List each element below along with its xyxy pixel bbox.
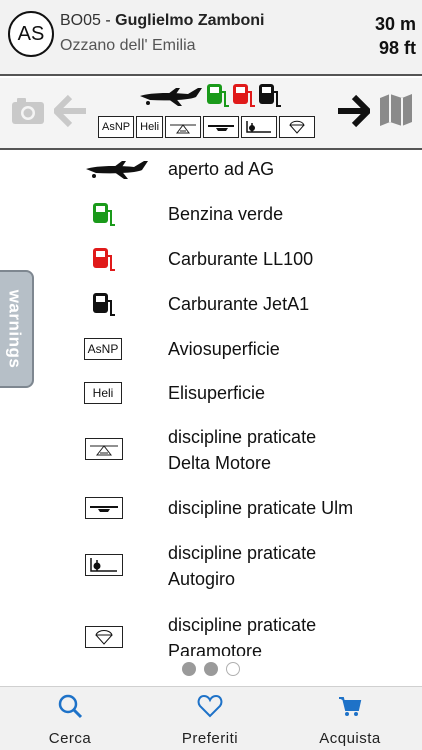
delta-motore-icon (84, 436, 124, 462)
tab-bar: Cerca Preferiti Acquista (0, 686, 422, 750)
fuel-red-icon (84, 246, 124, 272)
legend-label: Carburante JetA1 (168, 294, 310, 314)
search-icon (58, 694, 83, 719)
toolbar: AsNP Heli (0, 78, 422, 150)
tab-label: Preferiti (181, 730, 239, 747)
paramotore-icon (279, 116, 316, 138)
airfield-location: Ozzano dell' Emilia (60, 37, 196, 54)
delta-motore-icon (165, 116, 202, 138)
elevation-meters: 30 m (374, 14, 416, 34)
autogiro-icon (84, 552, 124, 578)
asnp-badge: AsNP (98, 116, 135, 138)
heli-badge: Heli (136, 116, 164, 138)
fuel-black-icon (84, 291, 124, 317)
page-dot[interactable] (226, 662, 240, 676)
fuel-green-icon (84, 201, 124, 227)
ulm-icon (84, 495, 124, 521)
list-item: discipline praticate Delta Motore (0, 424, 422, 476)
camera-icon[interactable] (10, 94, 46, 128)
airfield-code: BO05 (60, 12, 101, 29)
forward-arrow-icon[interactable] (336, 94, 370, 128)
page-indicator[interactable] (182, 662, 240, 676)
tab-label: Acquista (319, 730, 381, 747)
cart-icon (339, 697, 362, 716)
legend-label: discipline praticate (168, 543, 317, 563)
back-arrow-icon[interactable] (54, 94, 88, 128)
legend-label: aperto ad AG (168, 159, 275, 179)
legend-label: Elisuperficie (168, 383, 266, 403)
warnings-label: warnings (5, 289, 24, 369)
list-item: discipline praticate Paramotore (0, 612, 422, 656)
legend-label: Aviosuperficie (168, 339, 280, 359)
tab-preferiti[interactable]: Preferiti (150, 693, 270, 747)
title-separator: - (100, 12, 116, 29)
heli-badge-text: Heli (84, 382, 122, 404)
warnings-tab[interactable]: warnings (0, 270, 34, 388)
list-item: discipline praticate Autogiro (0, 540, 422, 592)
tab-cerca[interactable]: Cerca (10, 693, 130, 747)
asnp-badge-text: AsNP (84, 338, 122, 360)
airfield-header: AS BO05 - Guglielmo Zamboni Ozzano dell'… (0, 0, 422, 76)
legend-label-line2: Paramotore (168, 641, 263, 656)
autogiro-icon (241, 116, 278, 138)
fuel-red-icon (233, 84, 255, 107)
avatar: AS (8, 11, 54, 57)
heart-icon (197, 694, 223, 718)
airplane-icon (84, 156, 150, 182)
legend-label-line2: Autogiro (168, 569, 236, 589)
paramotore-icon (84, 624, 124, 650)
fuel-green-icon (207, 84, 229, 107)
legend-label: discipline praticate (168, 427, 317, 447)
map-icon[interactable] (378, 92, 414, 128)
ulm-icon (203, 116, 240, 138)
tab-acquista[interactable]: Acquista (290, 693, 410, 747)
airfield-title: BO05 - Guglielmo Zamboni (60, 12, 264, 30)
asnp-badge-icon: AsNP (84, 336, 122, 362)
facility-badges: AsNP Heli (98, 116, 316, 138)
legend-list[interactable]: aperto ad AG Benzina verde Carburante LL… (0, 150, 422, 656)
fuel-black-icon (259, 84, 281, 107)
heli-badge-icon: Heli (84, 380, 122, 406)
legend-label-line2: Delta Motore (168, 453, 272, 473)
legend-label: Carburante LL100 (168, 249, 314, 269)
legend-label: discipline praticate (168, 615, 317, 635)
airplane-icon (140, 88, 202, 106)
page-dot-current[interactable] (204, 662, 218, 676)
legend-label: discipline praticate Ulm (168, 498, 354, 518)
page-dot[interactable] (182, 662, 196, 676)
tab-label: Cerca (48, 730, 92, 747)
elevation-feet: 98 ft (378, 38, 416, 58)
airfield-owner: Guglielmo Zamboni (115, 12, 265, 29)
legend-label: Benzina verde (168, 204, 284, 224)
